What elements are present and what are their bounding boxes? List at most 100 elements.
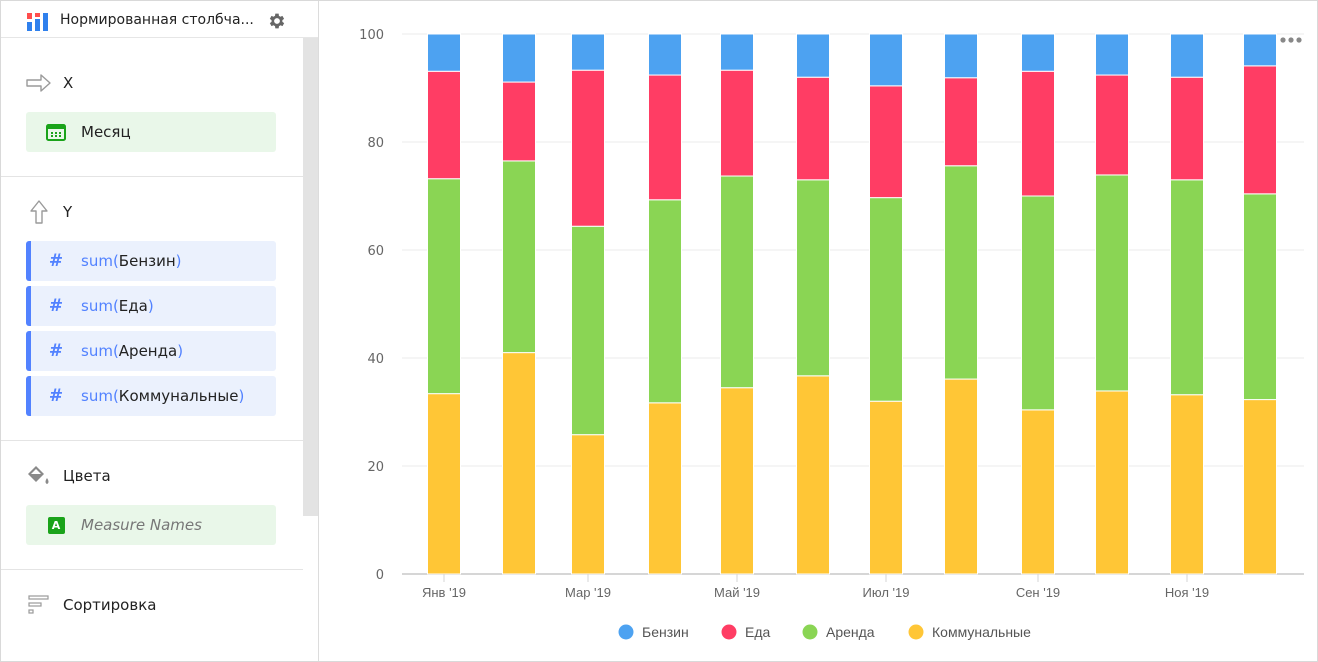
section-colors-title: Цвета	[26, 465, 111, 487]
bar-segment	[1170, 179, 1204, 396]
bar-segment	[944, 378, 978, 575]
bar-segment	[1095, 390, 1129, 575]
bars	[427, 33, 1277, 575]
stacked-bar-chart: 0 20 40 60 80 100 Янв '19 Мар '19 Май '19 Июл '1…	[359, 28, 1304, 640]
x-tick-label: Май '19	[714, 585, 760, 600]
x-tick-label: Июл '19	[863, 585, 910, 600]
bar-stack	[571, 33, 605, 575]
bar-segment	[648, 199, 682, 404]
bar-stack	[944, 33, 978, 575]
bar-segment	[720, 387, 754, 575]
type-badge: A	[47, 516, 65, 534]
field-func: sum	[81, 297, 113, 315]
bar-segment	[1243, 65, 1277, 195]
chart-area: 0 20 40 60 80 100 Янв '19 Мар '19 Май '19 Июл '1…	[319, 0, 1318, 662]
y-tick-label: 60	[367, 244, 384, 259]
grid-lines	[402, 33, 1304, 575]
y-tick-label: 100	[359, 28, 384, 43]
hash-icon: #	[48, 386, 64, 406]
gear-icon[interactable]	[267, 11, 287, 31]
bar-segment	[944, 77, 978, 167]
bar-segment	[1095, 33, 1129, 76]
section-x-label: X	[63, 74, 74, 92]
field-name: Коммунальные	[118, 387, 239, 405]
bar-segment	[427, 33, 461, 72]
bar-stack	[1021, 33, 1055, 575]
field-pill-arenda[interactable]: # sum(Аренда)	[26, 331, 276, 371]
field-pill-month[interactable]: Месяц	[26, 112, 276, 152]
bar-stack	[502, 33, 536, 575]
field-name: Еда	[118, 297, 148, 315]
bar-segment	[944, 165, 978, 380]
arrow-right-icon	[26, 72, 52, 94]
field-name: Бензин	[118, 252, 176, 270]
more-dots-icon[interactable]	[1280, 37, 1302, 43]
bar-segment	[869, 400, 903, 575]
sidebar-scrollbar[interactable]	[303, 38, 318, 516]
bar-segment	[1170, 76, 1204, 181]
bar-segment	[1243, 399, 1277, 575]
x-tick-label: Ноя '19	[1165, 585, 1209, 600]
legend-item[interactable]: Коммунальные	[908, 624, 1032, 640]
legend-item[interactable]: Аренда	[802, 624, 875, 640]
hash-icon: #	[48, 251, 64, 271]
paren-close: )	[238, 387, 245, 405]
bar-segment	[648, 74, 682, 201]
chart-title[interactable]: Нормированная столбча...	[60, 12, 254, 28]
field-func: sum	[81, 252, 113, 270]
y-tick-label: 20	[367, 460, 384, 475]
x-tick-label: Янв '19	[422, 585, 466, 600]
sidebar: Нормированная столбча... X Месяц Y # sum…	[0, 0, 319, 662]
bar-segment	[869, 197, 903, 402]
legend-marker	[721, 624, 737, 640]
hash-icon: #	[48, 341, 64, 361]
bar-stack	[720, 33, 754, 575]
bar-segment	[720, 69, 754, 177]
sidebar-header: Нормированная столбча...	[0, 0, 318, 38]
field-label: Месяц	[81, 123, 131, 141]
field-pill-measure-names[interactable]: A Measure Names	[26, 505, 276, 545]
legend-label: Бензин	[642, 624, 689, 640]
legend-label: Аренда	[826, 624, 875, 640]
y-tick-label: 40	[367, 352, 384, 367]
section-colors-label: Цвета	[63, 467, 111, 485]
bar-segment	[869, 33, 903, 87]
bar-stack	[648, 33, 682, 575]
field-pill-eda[interactable]: # sum(Еда)	[26, 286, 276, 326]
field-pill-kommunalnye[interactable]: # sum(Коммунальные)	[26, 376, 276, 416]
paren-close: )	[147, 297, 154, 315]
field-label: Measure Names	[81, 516, 202, 534]
field-name: Аренда	[118, 342, 178, 360]
bar-segment	[502, 81, 536, 162]
bar-segment	[869, 85, 903, 199]
field-func: sum	[81, 387, 113, 405]
legend-marker	[618, 624, 634, 640]
bar-segment	[1170, 33, 1204, 78]
string-type-icon: A	[45, 516, 67, 534]
section-y-title: Y	[26, 200, 73, 224]
field-func: sum	[81, 342, 113, 360]
legend-marker	[802, 624, 818, 640]
bar-segment	[1095, 74, 1129, 176]
field-pill-benzin[interactable]: # sum(Бензин)	[26, 241, 276, 281]
section-x: X Месяц	[0, 38, 303, 177]
bar-segment	[502, 33, 536, 83]
arrow-up-icon	[26, 200, 52, 224]
section-y-label: Y	[63, 203, 73, 221]
bar-segment	[1095, 174, 1129, 392]
bar-stack	[796, 33, 830, 575]
chart-logo-icon	[27, 13, 48, 31]
legend-item[interactable]: Бензин	[618, 624, 689, 640]
legend-item[interactable]: Еда	[721, 624, 771, 640]
bar-segment	[571, 434, 605, 575]
bar-stack	[427, 33, 461, 575]
paren-close: )	[177, 342, 184, 360]
section-colors: Цвета A Measure Names	[0, 441, 303, 570]
bar-segment	[720, 33, 754, 71]
bar-segment	[571, 69, 605, 227]
bar-segment	[427, 70, 461, 180]
bar-segment	[796, 375, 830, 575]
legend-marker	[908, 624, 924, 640]
bar-segment	[720, 175, 754, 389]
y-axis-ticks: 0 20 40 60 80 100	[359, 28, 384, 583]
